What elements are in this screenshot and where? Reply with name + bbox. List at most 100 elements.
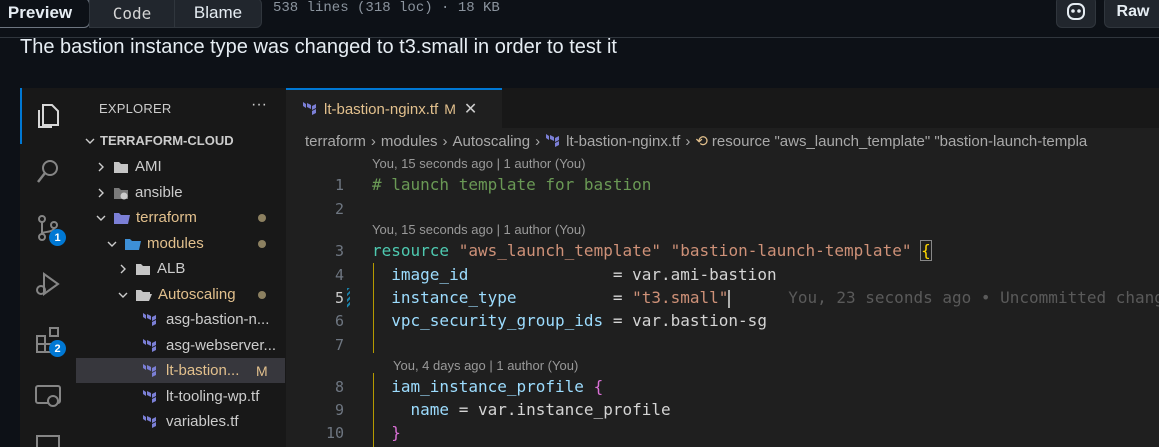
folder-icon bbox=[136, 263, 150, 275]
terraform-file-icon bbox=[303, 102, 316, 115]
tree-file-lt-bastion[interactable]: lt-bastion... M bbox=[76, 358, 285, 383]
ansible-folder-icon bbox=[114, 187, 128, 199]
breadcrumb-item[interactable]: lt-bastion-nginx.tf bbox=[566, 133, 680, 150]
code-line[interactable]: instance_type = "t3.small" You, 23 secon… bbox=[372, 288, 1159, 308]
tree-item-label: terraform bbox=[136, 209, 197, 226]
run-debug-icon[interactable] bbox=[32, 268, 64, 300]
chevron-right-icon bbox=[120, 264, 126, 273]
tree-folder-modules[interactable]: modules bbox=[76, 231, 285, 256]
editor-area: lt-bastion-nginx.tf M ✕ terraform › modu… bbox=[286, 88, 1159, 447]
tree-item-label: AMI bbox=[135, 158, 162, 175]
open-folder-icon bbox=[136, 289, 152, 301]
search-icon[interactable] bbox=[32, 156, 64, 188]
tree-root-label: TERRAFORM-CLOUD bbox=[100, 133, 234, 148]
breadcrumb-item[interactable]: modules bbox=[381, 133, 438, 150]
explorer-title: EXPLORER bbox=[99, 101, 172, 116]
chevron-right-icon: › bbox=[685, 132, 691, 150]
tab-preview[interactable]: Preview bbox=[0, 0, 90, 28]
tree-item-label: modules bbox=[147, 235, 204, 252]
vscode-window: 1 2 EXPLORER ··· TERRAFORM-CLOUD AMI ans… bbox=[20, 88, 1159, 447]
tab-modified-badge: M bbox=[444, 101, 456, 117]
more-panels-icon[interactable] bbox=[32, 430, 64, 447]
chevron-right-icon: › bbox=[535, 132, 541, 150]
tree-item-label: lt-tooling-wp.tf bbox=[166, 388, 260, 405]
modified-dot bbox=[258, 239, 266, 248]
tree-item-label: asg-bastion-n... bbox=[166, 311, 270, 328]
inline-blame: You, 23 seconds ago • Uncommitted change… bbox=[730, 288, 1159, 307]
code-line[interactable]: } bbox=[372, 423, 401, 442]
line-number: 3 bbox=[334, 242, 344, 260]
tree-folder-ami[interactable]: AMI bbox=[76, 154, 285, 179]
tree-folder-ansible[interactable]: ansible bbox=[76, 180, 285, 205]
breadcrumb: terraform › modules › Autoscaling › lt-b… bbox=[305, 132, 1087, 151]
raw-button[interactable]: Raw bbox=[1104, 0, 1159, 28]
code-line[interactable]: resource "aws_launch_template" "bastion-… bbox=[372, 240, 932, 261]
tree-file-lt-tooling[interactable]: lt-tooling-wp.tf bbox=[76, 384, 285, 409]
code-line[interactable]: name = var.instance_profile bbox=[372, 400, 671, 419]
tree-folder-alb[interactable]: ALB bbox=[76, 256, 285, 281]
file-info: 538 lines (318 loc) · 18 KB bbox=[273, 0, 500, 16]
file-toolbar: Preview Code Blame 538 lines (318 loc) ·… bbox=[0, 0, 1159, 38]
chevron-right-icon: › bbox=[370, 132, 376, 150]
terraform-file-icon bbox=[143, 389, 156, 403]
editor-tab-bar: lt-bastion-nginx.tf M ✕ bbox=[286, 88, 1159, 128]
chevron-right-icon: › bbox=[442, 132, 448, 150]
tree-item-label: lt-bastion... bbox=[166, 362, 240, 379]
code-line[interactable]: iam_instance_profile { bbox=[372, 377, 603, 396]
line-number: 10 bbox=[325, 424, 344, 442]
terraform-file-icon bbox=[143, 312, 156, 326]
tree-file-asg-webserver[interactable]: asg-webserver... bbox=[76, 333, 285, 358]
tab-code[interactable]: Code bbox=[89, 0, 175, 28]
tree-item-label: Autoscaling bbox=[158, 286, 236, 303]
line-number: 2 bbox=[334, 200, 344, 218]
terraform-file-icon bbox=[143, 414, 156, 428]
symbol-class-icon: ⟲ bbox=[695, 133, 708, 150]
modified-line-gutter bbox=[347, 288, 350, 308]
modified-dot bbox=[258, 213, 266, 222]
activity-bar: 1 2 bbox=[20, 88, 77, 447]
active-indicator bbox=[20, 88, 22, 144]
chevron-down-icon bbox=[85, 138, 95, 144]
tree-root[interactable]: TERRAFORM-CLOUD bbox=[76, 128, 285, 153]
chevron-right-icon bbox=[98, 162, 104, 171]
tree-file-asg-bastion[interactable]: asg-bastion-n... bbox=[76, 307, 285, 332]
code-line[interactable]: # launch template for bastion bbox=[372, 175, 651, 194]
close-icon[interactable]: ✕ bbox=[464, 99, 477, 119]
terraform-file-icon bbox=[143, 338, 156, 352]
tree-item-label: ansible bbox=[135, 184, 183, 201]
tab-label: lt-bastion-nginx.tf bbox=[324, 100, 439, 118]
breadcrumb-item[interactable]: terraform bbox=[305, 133, 366, 150]
code-lens-blame[interactable]: You, 15 seconds ago | 1 author (You) bbox=[372, 156, 585, 171]
line-number: 8 bbox=[334, 378, 344, 396]
line-number: 6 bbox=[334, 312, 344, 330]
editor-tab-lt-bastion[interactable]: lt-bastion-nginx.tf M ✕ bbox=[286, 88, 502, 128]
chevron-down-icon bbox=[96, 215, 106, 221]
folder-icon bbox=[114, 161, 128, 173]
code-line[interactable]: image_id = var.ami-bastion bbox=[372, 265, 776, 284]
line-number: 1 bbox=[334, 176, 344, 194]
code-lens-blame[interactable]: You, 4 days ago | 1 author (You) bbox=[393, 358, 578, 373]
code-lens-blame[interactable]: You, 15 seconds ago | 1 author (You) bbox=[372, 222, 585, 237]
remote-explorer-icon[interactable] bbox=[32, 380, 64, 412]
tab-blame[interactable]: Blame bbox=[174, 0, 262, 28]
extensions-badge: 2 bbox=[49, 340, 66, 357]
source-control-badge: 1 bbox=[49, 229, 66, 246]
explorer-more-button[interactable]: ··· bbox=[251, 96, 267, 114]
modified-dot bbox=[258, 290, 266, 299]
terraform-file-icon bbox=[546, 134, 560, 147]
breadcrumb-item[interactable]: resource "aws_launch_template" "bastion-… bbox=[712, 133, 1087, 150]
explorer-files-icon[interactable] bbox=[32, 100, 64, 132]
line-number: 9 bbox=[334, 401, 344, 419]
line-number: 7 bbox=[334, 336, 344, 354]
tree-item-label: variables.tf bbox=[166, 413, 239, 430]
breadcrumb-item[interactable]: Autoscaling bbox=[453, 133, 531, 150]
tree-file-variables[interactable]: variables.tf bbox=[76, 409, 285, 434]
modules-folder-icon bbox=[125, 238, 141, 250]
tree-folder-autoscaling[interactable]: Autoscaling bbox=[76, 282, 285, 307]
description-text: The bastion instance type was changed to… bbox=[20, 36, 617, 58]
code-line[interactable]: vpc_security_group_ids = var.bastion-sg bbox=[372, 311, 767, 330]
terraform-folder-icon bbox=[114, 212, 130, 224]
copilot-button[interactable] bbox=[1056, 0, 1096, 28]
tree-folder-terraform[interactable]: terraform bbox=[76, 205, 285, 230]
terraform-file-icon bbox=[143, 363, 156, 377]
